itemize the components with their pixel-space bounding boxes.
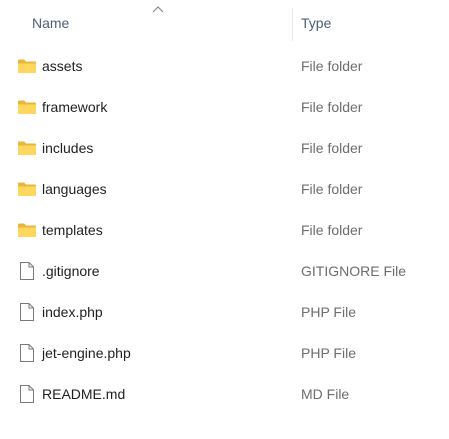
folder-icon — [17, 138, 37, 158]
type-column-header[interactable]: Type — [301, 15, 331, 31]
file-type: File folder — [301, 99, 363, 115]
file-type: PHP File — [301, 345, 356, 361]
file-type: File folder — [301, 58, 363, 74]
file-list: Name Type assets File folder framework F… — [0, 0, 449, 439]
file-icon — [17, 343, 37, 363]
file-name: index.php — [42, 304, 103, 320]
file-rows: assets File folder framework File folder… — [0, 46, 449, 415]
name-column-header[interactable]: Name — [32, 15, 69, 31]
file-icon — [17, 384, 37, 404]
folder-icon — [17, 56, 37, 76]
file-row[interactable]: assets File folder — [0, 46, 449, 87]
sort-ascending-icon — [151, 5, 165, 13]
file-type: MD File — [301, 386, 350, 402]
file-type: File folder — [301, 140, 363, 156]
folder-icon — [17, 220, 37, 240]
file-row[interactable]: index.php PHP File — [0, 292, 449, 333]
file-name: .gitignore — [42, 263, 100, 279]
file-type: PHP File — [301, 304, 356, 320]
file-name: languages — [42, 181, 107, 197]
file-name: README.md — [42, 386, 126, 402]
file-row[interactable]: README.md MD File — [0, 374, 449, 415]
file-type: GITIGNORE File — [301, 263, 407, 279]
file-icon — [17, 302, 37, 322]
file-type: File folder — [301, 222, 363, 238]
file-name: jet-engine.php — [42, 345, 131, 361]
file-row[interactable]: jet-engine.php PHP File — [0, 333, 449, 374]
column-divider[interactable] — [292, 8, 293, 41]
file-row[interactable]: languages File folder — [0, 169, 449, 210]
file-row[interactable]: framework File folder — [0, 87, 449, 128]
file-icon — [17, 261, 37, 281]
file-row[interactable]: .gitignore GITIGNORE File — [0, 251, 449, 292]
folder-icon — [17, 179, 37, 199]
file-name: templates — [42, 222, 103, 238]
column-header-row: Name Type — [0, 0, 449, 46]
folder-icon — [17, 97, 37, 117]
file-row[interactable]: includes File folder — [0, 128, 449, 169]
file-row[interactable]: templates File folder — [0, 210, 449, 251]
file-name: includes — [42, 140, 94, 156]
file-name: framework — [42, 99, 108, 115]
file-type: File folder — [301, 181, 363, 197]
file-name: assets — [42, 58, 83, 74]
